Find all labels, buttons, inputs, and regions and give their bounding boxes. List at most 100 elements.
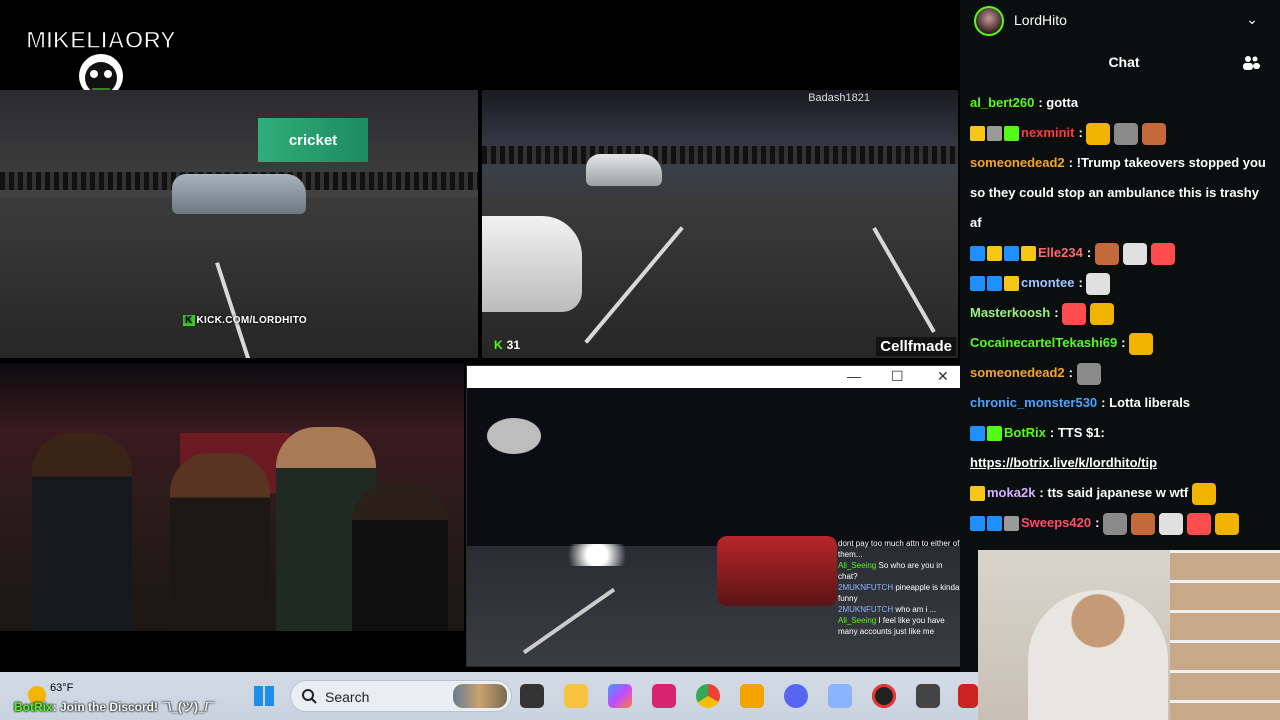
kick-icon: K — [494, 338, 503, 352]
chat-username[interactable]: al_bert260 — [970, 95, 1034, 110]
chat-username[interactable]: chronic_monster530 — [970, 395, 1097, 410]
user-badge-icon — [987, 516, 1002, 532]
user-badge-icon — [987, 276, 1002, 292]
minimize-button[interactable]: — — [847, 368, 861, 384]
webcam-overlay — [978, 550, 1280, 720]
avatar[interactable] — [974, 6, 1004, 36]
picsart-icon[interactable] — [652, 684, 676, 708]
headlights — [557, 544, 637, 566]
app-icon[interactable] — [828, 684, 852, 708]
chat-username[interactable]: Sweeps420 — [1021, 515, 1091, 530]
person — [352, 483, 448, 631]
search-input[interactable]: Search — [290, 680, 512, 712]
account-menu[interactable]: LordHito ⌄ — [960, 0, 1280, 42]
person — [170, 453, 270, 631]
overlay-chat-line: dont pay too much attn to either of them… — [838, 539, 960, 559]
user-badge-icon — [970, 126, 985, 142]
copilot-icon[interactable] — [608, 684, 632, 708]
chat-text: TTS $1: — [1057, 425, 1105, 440]
emote-icon — [1076, 362, 1101, 385]
chat-messages: al_bert260: gotta nexminit: someonedead2… — [970, 88, 1266, 538]
user-badge-icon — [1021, 246, 1036, 262]
bot-message: : Join the Discord! ¯\_(ツ)_/¯ — [52, 700, 215, 714]
chat-message: cmontee: — [970, 268, 1266, 298]
chat-username[interactable]: BotRix — [1004, 425, 1046, 440]
emote-icon — [1215, 512, 1240, 535]
user-badge-icon — [1004, 276, 1019, 292]
chat-separator: : — [1054, 305, 1063, 320]
emote-icon — [1062, 302, 1087, 325]
emote-icon — [1094, 242, 1119, 265]
obs-icon[interactable] — [872, 684, 896, 708]
chat-text: gotta — [1046, 95, 1079, 110]
emote-icon — [1131, 512, 1156, 535]
user-badge-icon — [970, 246, 985, 262]
chrome-icon[interactable] — [696, 684, 720, 708]
close-button[interactable]: ✕ — [937, 368, 949, 385]
user-badge-icon — [987, 126, 1002, 142]
bot-name: BotRix — [14, 700, 53, 714]
overlay-chat-line: Ali_Seeing I feel like you have many acc… — [838, 616, 945, 636]
task-view-icon[interactable] — [520, 684, 544, 708]
user-badge-icon — [970, 516, 985, 532]
discord-icon[interactable] — [784, 684, 808, 708]
chat-message: Sweeps420: — [970, 508, 1266, 538]
user-badge-icon — [970, 426, 985, 442]
emote-icon — [1187, 512, 1212, 535]
stream-panel-bottom-left — [0, 363, 464, 631]
search-highlight-image — [453, 684, 507, 708]
car — [482, 216, 582, 312]
chat-message: chronic_monster530: Lotta liberals — [970, 388, 1266, 418]
user-badge-icon — [1004, 246, 1019, 262]
chat-text: tts said japanese w wtf — [1047, 485, 1189, 500]
overlay-chat-line: 2MUKNFUTCH who am i ... — [838, 605, 937, 614]
car — [586, 154, 662, 186]
chat-separator: : — [1121, 335, 1130, 350]
user-badge-icon — [987, 246, 1002, 262]
overlay-chat-line: Ali_Seeing So who are you in chat? — [838, 561, 943, 581]
maximize-button[interactable]: ☐ — [891, 368, 904, 385]
chat-username[interactable]: someonedead2 — [970, 155, 1065, 170]
red-suv — [717, 536, 837, 606]
file-explorer-icon[interactable] — [564, 684, 588, 708]
streamer-tag: Cellfmade — [876, 337, 956, 356]
chevron-down-icon[interactable]: ⌄ — [1246, 11, 1258, 28]
chat-message: someonedead2: — [970, 358, 1266, 388]
emote-icon — [1191, 482, 1216, 505]
chat-text: Lotta liberals — [1109, 395, 1191, 410]
chat-username[interactable]: CocainecartelTekashi69 — [970, 335, 1117, 350]
app-icon[interactable] — [916, 684, 940, 708]
person — [32, 433, 132, 631]
logo-text: MIKELIAORY — [28, 27, 174, 54]
chat-message: al_bert260: gotta — [970, 88, 1266, 118]
emote-icon — [1103, 512, 1128, 535]
start-icon[interactable] — [254, 686, 274, 706]
chat-separator: : — [1078, 275, 1087, 290]
chat-message: Elle234: — [970, 238, 1266, 268]
app-icon[interactable] — [740, 684, 764, 708]
overlay-chat: dont pay too much attn to either of them… — [838, 538, 962, 637]
chat-username[interactable]: moka2k — [987, 485, 1035, 500]
kick-watermark-text: KICK.COM/LORDHITO — [196, 315, 307, 326]
chat-link[interactable]: https://botrix.live/k/lordhito/tip — [970, 455, 1157, 470]
emote-icon — [1129, 332, 1154, 355]
kick-watermark: K KICK.COM/LORDHITO — [183, 315, 307, 326]
stream-area: MIKELIAORY cricket K KICK.COM/LORDHITO Ba… — [0, 0, 966, 720]
users-icon[interactable] — [1242, 55, 1260, 71]
chat-separator: : — [1049, 425, 1058, 440]
shelf — [1170, 550, 1280, 720]
chat-username[interactable]: Elle234 — [1038, 245, 1083, 260]
stream-panel-top-right: Badash1821 K 31 Cellfmade — [482, 90, 958, 358]
chat-message: nexminit: — [970, 118, 1266, 148]
user-badge-icon — [970, 486, 985, 502]
search-label: Search — [325, 689, 370, 705]
chat-username[interactable]: Masterkoosh — [970, 305, 1050, 320]
chat-username[interactable]: nexminit — [1021, 125, 1074, 140]
overlay-chat-line: 2MUKNFUTCH pineapple is kinda funny — [838, 583, 960, 603]
chat-username[interactable]: someonedead2 — [970, 365, 1065, 380]
streamer-name-overlay: Badash1821 — [808, 92, 870, 104]
emote-icon — [1142, 122, 1167, 145]
app-icon[interactable] — [958, 684, 978, 708]
chat-separator: : — [1078, 125, 1087, 140]
chat-username[interactable]: cmontee — [1021, 275, 1074, 290]
